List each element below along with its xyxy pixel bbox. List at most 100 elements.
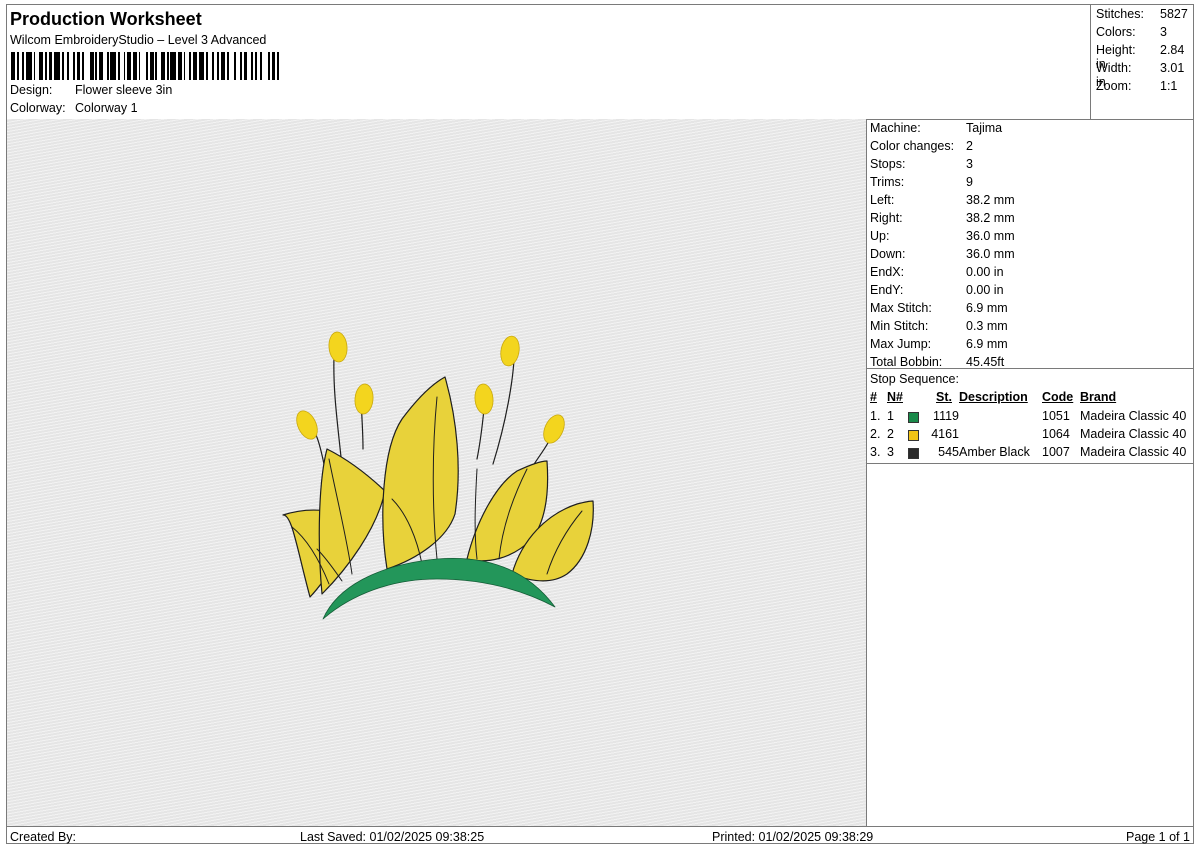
stop-sequence-divider xyxy=(867,463,1193,464)
machine-info-label: Max Jump: xyxy=(870,337,932,351)
stop-sequence-title: Stop Sequence: xyxy=(870,372,959,386)
machine-info-label: EndY: xyxy=(870,283,904,297)
stat-label: Height: xyxy=(1096,43,1136,57)
design-row: Design: Flower sleeve 3in xyxy=(10,83,172,97)
worksheet: Production Worksheet Wilcom EmbroiderySt… xyxy=(6,4,1194,844)
machine-info-value: 6.9 mm xyxy=(966,301,1008,315)
embroidery-design xyxy=(282,331,594,620)
machine-info-value: 36.0 mm xyxy=(966,229,1015,243)
machine-info-value: 0.00 in xyxy=(966,265,1004,279)
machine-info-label: Machine: xyxy=(870,121,921,135)
design-stats: Stitches: 5827 Colors: 3 Height: 2.84 in Wi… xyxy=(1090,5,1195,119)
barcode xyxy=(11,52,283,80)
stop-brand: Madeira Classic 40 xyxy=(1080,409,1187,423)
machine-info-value: 0.00 in xyxy=(966,283,1004,297)
stop-row: 3. 3 545 Amber Black 1007 Madeira Classic 40 xyxy=(867,445,1193,463)
stop-row: 1. 1 1119 1051 Madeira Classic 40 xyxy=(867,409,1193,427)
machine-info-row: Up: 36.0 mm xyxy=(870,229,1015,243)
machine-info-row: Max Stitch: 6.9 mm xyxy=(870,301,1008,315)
stem xyxy=(476,408,485,460)
machine-info-value: 6.9 mm xyxy=(966,337,1008,351)
col-header-brand: Brand xyxy=(1080,390,1117,404)
colorway-row: Colorway: Colorway 1 xyxy=(10,101,138,115)
machine-info-label: Trims: xyxy=(870,175,905,189)
stop-num: 1. xyxy=(870,409,881,423)
machine-info-row: EndX: 0.00 in xyxy=(870,265,1004,279)
machine-info-value: 45.45ft xyxy=(966,355,1005,369)
stop-stitches: 4161 xyxy=(931,427,959,441)
machine-info-row: Trims: 9 xyxy=(870,175,973,189)
stop-code: 1051 xyxy=(1042,409,1070,423)
machine-info-value: Tajima xyxy=(966,121,1003,135)
machine-info-row: Max Jump: 6.9 mm xyxy=(870,337,1008,351)
worksheet-footer: Created By: Last Saved: 01/02/2025 09:38… xyxy=(7,826,1193,844)
stem xyxy=(492,358,515,465)
machine-info-row: Total Bobbin: 45.45ft xyxy=(870,355,1004,369)
stat-stitches: Stitches: 5827 xyxy=(1096,7,1188,21)
stat-colors: Colors: 3 xyxy=(1096,25,1167,39)
stop-row: 2. 2 4161 1064 Madeira Classic 40 xyxy=(867,427,1193,445)
col-header-num: # xyxy=(870,390,877,404)
machine-info-label: Down: xyxy=(870,247,906,261)
color-swatch xyxy=(908,412,919,423)
page-number: Page 1 of 1 xyxy=(1126,830,1190,844)
stop-code: 1007 xyxy=(1042,445,1070,459)
stop-code: 1064 xyxy=(1042,427,1070,441)
stem xyxy=(361,408,364,450)
flower-bud xyxy=(354,383,374,415)
flower-bud xyxy=(500,335,520,367)
stop-brand: Madeira Classic 40 xyxy=(1080,445,1187,459)
col-header-st: St. xyxy=(936,390,952,404)
machine-info-row: EndY: 0.00 in xyxy=(870,283,1004,297)
stat-label: Colors: xyxy=(1096,25,1136,39)
machine-info-label: Up: xyxy=(870,229,890,243)
machine-info-value: 36.0 mm xyxy=(966,247,1015,261)
machine-info-value: 38.2 mm xyxy=(966,211,1015,225)
stat-value: 1:1 xyxy=(1160,79,1178,93)
machine-info-row: Color changes: 2 xyxy=(870,139,973,153)
leaf xyxy=(382,376,459,570)
stat-value: 3 xyxy=(1160,25,1167,39)
stop-num: 3. xyxy=(870,445,881,459)
machine-info-value: 2 xyxy=(966,139,973,153)
design-value: Flower sleeve 3in xyxy=(75,83,173,97)
machine-info-label: EndX: xyxy=(870,265,905,279)
machine-info-label: Right: xyxy=(870,211,903,225)
stop-needle: 3 xyxy=(887,445,894,459)
machine-info-row: Min Stitch: 0.3 mm xyxy=(870,319,1008,333)
stat-label: Stitches: xyxy=(1096,7,1144,21)
printed-date: Printed: 01/02/2025 09:38:29 xyxy=(712,830,874,844)
worksheet-header: Production Worksheet Wilcom EmbroiderySt… xyxy=(7,5,1093,119)
machine-info-value: 3 xyxy=(966,157,973,171)
stop-needle: 1 xyxy=(887,409,894,423)
machine-info-label: Max Stitch: xyxy=(870,301,932,315)
stat-value: 5827 xyxy=(1160,7,1188,21)
machine-info-row: Down: 36.0 mm xyxy=(870,247,1015,261)
machine-info-row: Right: 38.2 mm xyxy=(870,211,1015,225)
flower-bud xyxy=(474,383,494,415)
col-header-description: Description xyxy=(959,390,1028,404)
stop-description: Amber Black xyxy=(959,445,1030,459)
machine-info-value: 0.3 mm xyxy=(966,319,1008,333)
stop-stitches: 1119 xyxy=(933,409,959,423)
machine-info-row: Stops: 3 xyxy=(870,157,973,171)
flower-bud xyxy=(543,414,565,444)
flower-bud xyxy=(328,331,348,363)
design-label: Design: xyxy=(10,83,53,97)
last-saved: Last Saved: 01/02/2025 09:38:25 xyxy=(300,830,485,844)
machine-info-label: Total Bobbin: xyxy=(870,355,943,369)
stop-stitches: 545 xyxy=(938,445,959,459)
machine-info-label: Color changes: xyxy=(870,139,955,153)
machine-info-row: Left: 38.2 mm xyxy=(870,193,1015,207)
software-subtitle: Wilcom EmbroideryStudio – Level 3 Advanc… xyxy=(10,33,267,47)
col-header-n: N# xyxy=(887,390,903,404)
stop-sequence: Stop Sequence: # N# St. Description Code… xyxy=(867,368,1193,459)
color-swatch xyxy=(908,430,919,441)
colorway-value: Colorway 1 xyxy=(75,101,138,115)
machine-info-row: Machine: Tajima xyxy=(870,121,1002,135)
stat-label: Width: xyxy=(1096,61,1132,75)
created-by: Created By: xyxy=(10,830,77,844)
stop-num: 2. xyxy=(870,427,881,441)
machine-info-value: 9 xyxy=(966,175,973,189)
page-title: Production Worksheet xyxy=(10,9,202,29)
